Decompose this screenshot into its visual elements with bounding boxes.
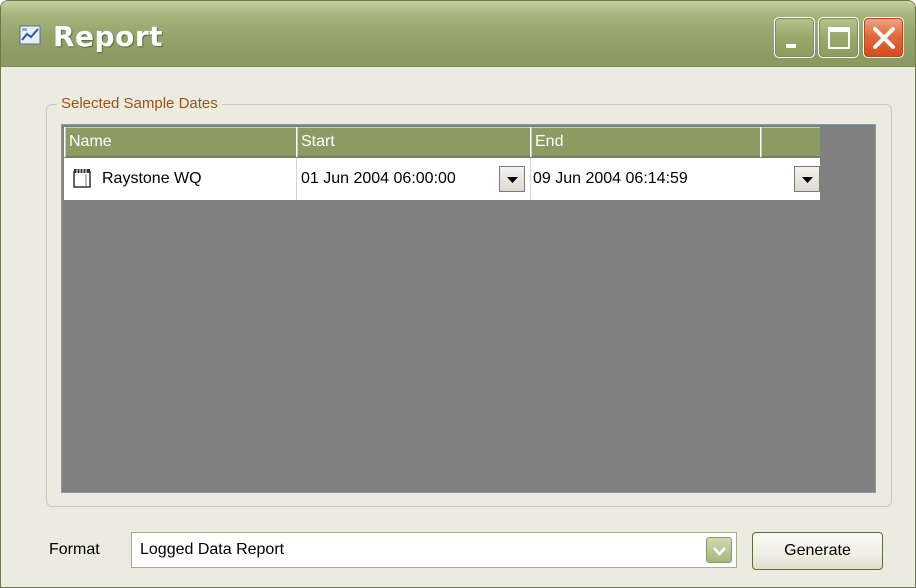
format-selected-value: Logged Data Report (140, 541, 285, 558)
column-header-name[interactable]: Name (64, 127, 296, 157)
minimize-icon (786, 44, 796, 48)
format-select[interactable]: Logged Data Report (131, 532, 737, 568)
close-button[interactable] (863, 17, 904, 58)
window-title: Report (53, 20, 164, 53)
maximize-button[interactable] (818, 17, 859, 58)
generate-button[interactable]: Generate (752, 532, 883, 570)
sample-dates-grid[interactable]: Name Start End Raystone WQ 01 Jun 2004 0… (61, 124, 876, 493)
column-header-start[interactable]: Start (296, 127, 530, 157)
chevron-down-icon (713, 547, 726, 556)
column-header-filler (760, 127, 820, 157)
minimize-button[interactable] (774, 17, 815, 58)
start-date-dropdown-button[interactable] (499, 166, 525, 192)
chevron-down-icon (802, 177, 813, 183)
chevron-down-icon (507, 177, 518, 183)
grid-header: Name Start End (64, 127, 820, 157)
close-icon (873, 27, 895, 49)
row-name-cell[interactable]: Raystone WQ (64, 158, 296, 200)
title-bar[interactable]: Report (1, 1, 915, 67)
column-header-end[interactable]: End (530, 127, 760, 157)
maximize-icon (828, 27, 850, 49)
row-end-cell[interactable]: 09 Jun 2004 06:14:59 (530, 158, 760, 200)
app-icon (19, 25, 41, 45)
format-label: Format (49, 541, 100, 558)
row-start-cell[interactable]: 01 Jun 2004 06:00:00 (296, 158, 530, 200)
report-window: Report Selected Sample Dates Name Start … (0, 0, 916, 588)
format-dropdown-button[interactable] (706, 537, 732, 563)
table-row[interactable]: Raystone WQ 01 Jun 2004 06:00:00 09 Jun … (64, 158, 820, 200)
group-label: Selected Sample Dates (57, 95, 222, 113)
end-date-dropdown-button[interactable] (794, 166, 820, 192)
